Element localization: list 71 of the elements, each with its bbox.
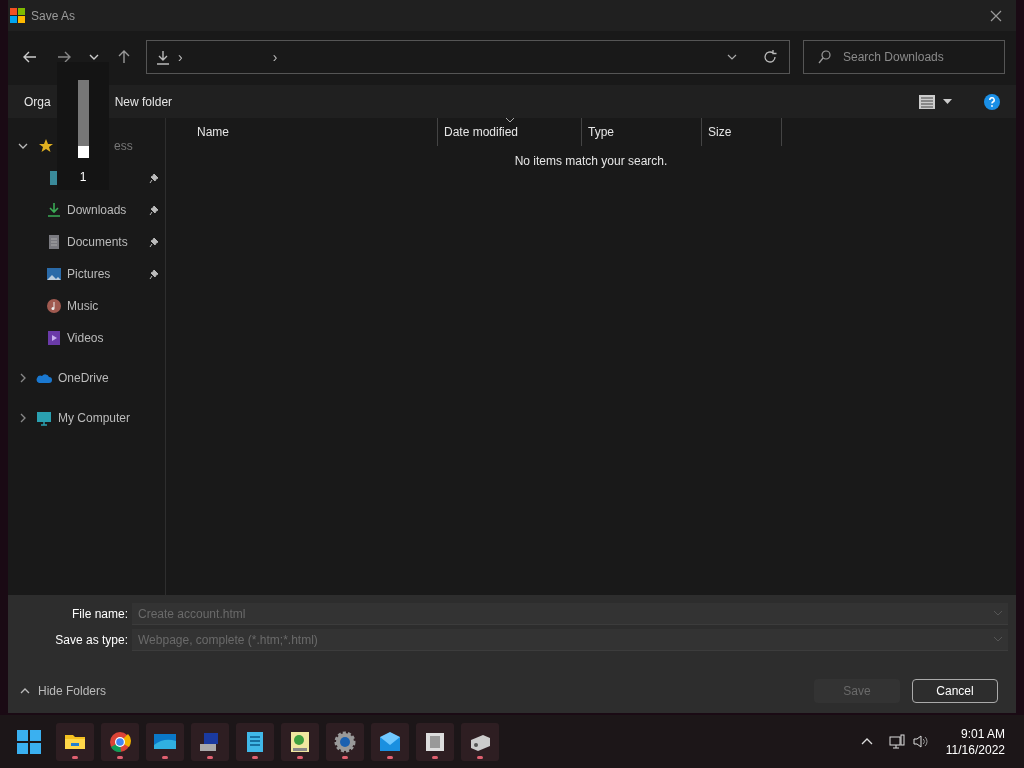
network-icon[interactable] [888, 734, 905, 749]
column-header[interactable]: Size [702, 118, 782, 146]
sidebar-item[interactable]: Pictures [67, 265, 111, 283]
clock-time[interactable]: 9:01 AM [960, 725, 1005, 742]
start-button[interactable] [17, 729, 41, 754]
speaker-icon[interactable] [912, 735, 928, 748]
sidebar-item[interactable]: Downloads [67, 201, 127, 219]
chevron-up-icon[interactable] [860, 738, 873, 745]
sidebar-item[interactable]: ess [114, 137, 133, 155]
paint-icon [288, 729, 312, 754]
star-icon [38, 138, 54, 154]
download-icon [46, 202, 62, 218]
organize-button[interactable]: Orga [24, 92, 51, 111]
caret-down-icon [943, 99, 952, 104]
taskbar-app-button[interactable] [281, 722, 319, 761]
chevron-down-icon[interactable] [18, 141, 28, 151]
settings-icon [333, 729, 357, 754]
chevron-down-icon[interactable] [727, 54, 737, 60]
document-icon [46, 234, 62, 250]
sidebar-item[interactable]: Videos [67, 329, 104, 347]
refresh-icon[interactable] [763, 50, 777, 64]
taskbar-app-button[interactable] [236, 722, 274, 761]
chevron-up-icon [20, 688, 30, 694]
search-icon [818, 50, 831, 64]
pin-icon[interactable] [149, 268, 159, 280]
column-header[interactable]: Date modified [438, 118, 582, 146]
chevron-down-icon [89, 54, 99, 60]
taskbar-app-button[interactable] [101, 722, 139, 761]
level-track[interactable] [77, 80, 89, 158]
field-label: File name: [70, 606, 128, 623]
sidebar-item[interactable]: OneDrive [58, 369, 109, 387]
hide-folders-button[interactable]: Hide Folders [20, 682, 107, 700]
sidebar-item[interactable]: My Computer [58, 409, 131, 427]
new-folder-button[interactable]: New folder [114, 92, 173, 111]
clock-date[interactable]: 11/16/2022 [945, 741, 1005, 758]
pin-icon[interactable] [149, 204, 159, 216]
window-title: Save As [31, 7, 76, 25]
search-field[interactable]: Search Downloads [803, 40, 1005, 74]
taskbar-app-button[interactable] [146, 722, 184, 761]
dialog-button[interactable]: Cancel [912, 679, 998, 703]
search-input[interactable]: Search Downloads [843, 48, 993, 66]
breadcrumb-chevron[interactable]: › [272, 46, 278, 68]
field-label: Save as type: [54, 632, 128, 649]
pin-icon[interactable] [149, 236, 159, 248]
picture-icon [46, 266, 62, 282]
taskbar-app-button[interactable] [416, 722, 454, 761]
breadcrumb-chevron[interactable]: › [178, 46, 183, 68]
taskbar-app-button[interactable] [56, 722, 94, 761]
address-bar[interactable]: › › [146, 40, 790, 74]
level-reading: 1 [79, 169, 87, 186]
chevron-right-icon[interactable] [18, 373, 28, 383]
column-header[interactable]: Type [582, 118, 702, 146]
taskbar-app-button[interactable] [461, 722, 499, 761]
music-icon [46, 298, 62, 314]
help-icon[interactable] [984, 93, 1000, 110]
windows-logo-icon [10, 8, 25, 23]
video-icon [46, 330, 62, 346]
mail-icon [378, 729, 402, 754]
taskbar-app-button[interactable] [326, 722, 364, 761]
column-header[interactable]: Name [166, 118, 438, 146]
taskbar-app-button[interactable] [191, 722, 229, 761]
download-icon [156, 49, 170, 65]
browser-icon [108, 729, 132, 754]
chevron-right-icon[interactable] [18, 413, 28, 423]
empty-message: No items match your search. [513, 153, 669, 170]
sidebar-item[interactable]: Music [67, 297, 99, 315]
taskbar-app-button[interactable] [371, 722, 409, 761]
view-options-button[interactable] [919, 94, 952, 109]
monitor-icon [36, 410, 52, 426]
pin-icon[interactable] [149, 172, 159, 184]
sidebar-item[interactable]: Documents [67, 233, 128, 251]
